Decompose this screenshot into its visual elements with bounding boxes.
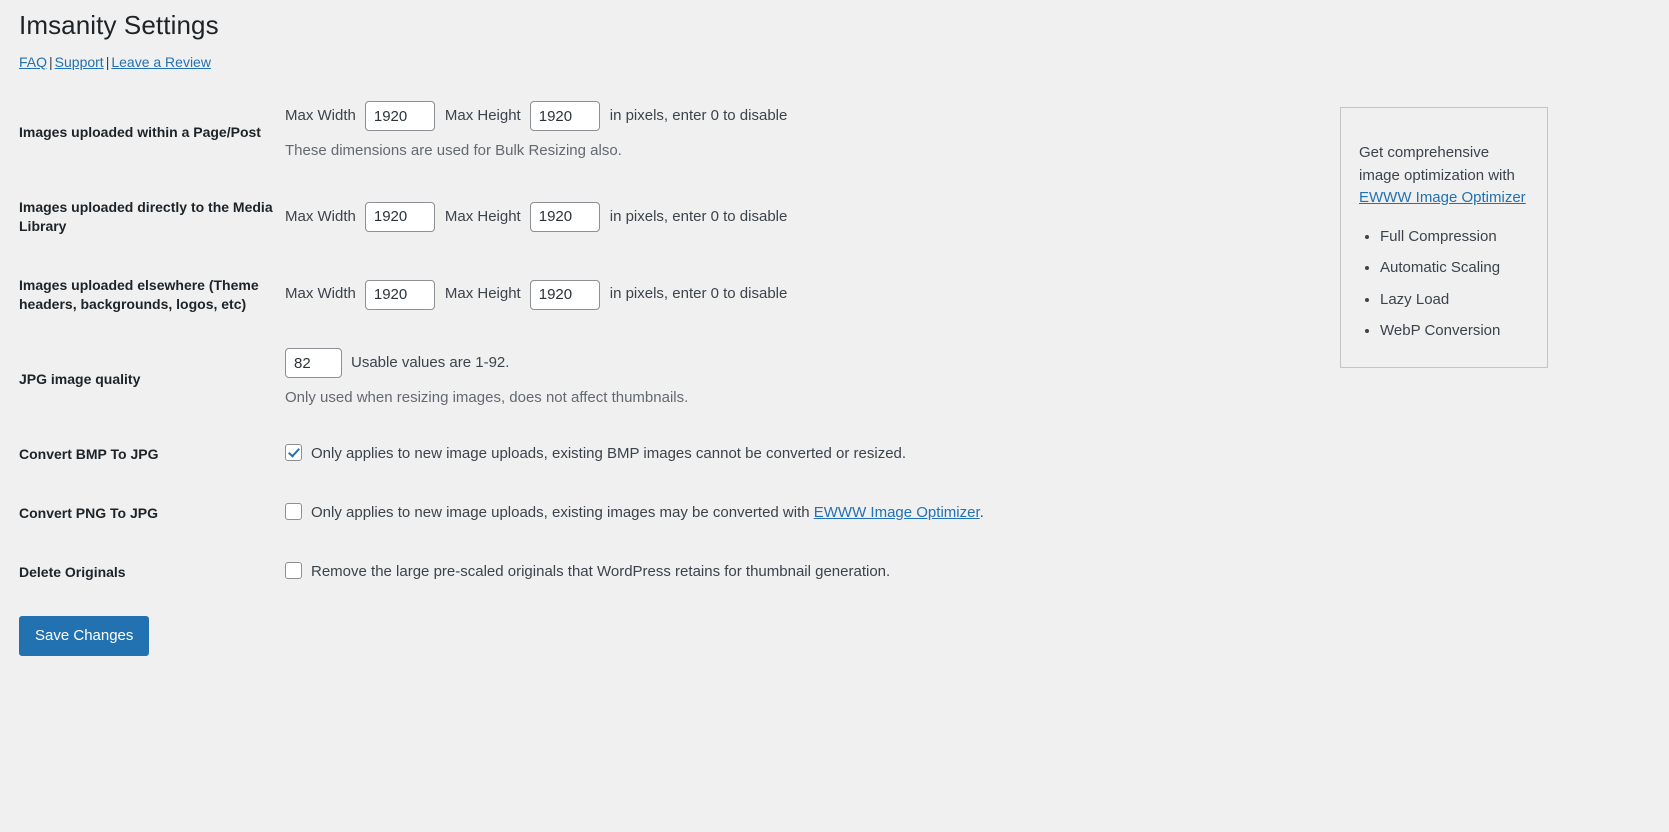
convert-bmp-text: Only applies to new image uploads, exist… (311, 445, 906, 462)
max-width-label: Max Width (285, 283, 365, 306)
list-item: WebP Conversion (1380, 320, 1529, 343)
row-field-elsewhere: Max Width Max Height in pixels, enter 0 … (285, 256, 1309, 334)
settings-form-table: Images uploaded within a Page/Post Max W… (19, 86, 1309, 601)
dimension-inputs-media-library: Max Width Max Height in pixels, enter 0 … (285, 202, 1299, 232)
convert-png-description: Only applies to new image uploads, exist… (311, 502, 984, 525)
page-title: Imsanity Settings (19, 0, 1649, 43)
convert-bmp-option[interactable]: Only applies to new image uploads, exist… (285, 443, 1299, 466)
support-link[interactable]: Support (55, 54, 104, 70)
row-description-page-post: These dimensions are used for Bulk Resiz… (285, 140, 1299, 163)
help-links: FAQ|Support|Leave a Review (19, 43, 1649, 73)
jpg-quality-description: Only used when resizing images, does not… (285, 387, 1299, 410)
settings-page: Imsanity Settings FAQ|Support|Leave a Re… (0, 0, 1669, 832)
max-width-input-elsewhere[interactable] (365, 280, 435, 310)
row-label-jpg-quality: JPG image quality (19, 333, 285, 425)
convert-bmp-description: Only applies to new image uploads, exist… (311, 443, 906, 466)
max-width-label: Max Width (285, 206, 365, 229)
dimension-inputs-elsewhere: Max Width Max Height in pixels, enter 0 … (285, 280, 1299, 310)
row-field-convert-png: Only applies to new image uploads, exist… (285, 484, 1309, 543)
convert-png-checkbox[interactable] (285, 503, 302, 520)
row-field-media-library: Max Width Max Height in pixels, enter 0 … (285, 178, 1309, 256)
jpg-quality-group: Usable values are 1-92. (285, 348, 1299, 378)
list-item: Automatic Scaling (1380, 257, 1529, 280)
row-field-convert-bmp: Only applies to new image uploads, exist… (285, 425, 1309, 484)
max-height-input-elsewhere[interactable] (530, 280, 600, 310)
max-width-input-media-library[interactable] (365, 202, 435, 232)
delete-originals-text: Remove the large pre-scaled originals th… (311, 563, 890, 580)
ewww-image-optimizer-inline-link[interactable]: EWWW Image Optimizer (814, 504, 980, 521)
convert-png-option[interactable]: Only applies to new image uploads, exist… (285, 502, 1299, 525)
row-label-delete-originals: Delete Originals (19, 543, 285, 602)
delete-originals-description: Remove the large pre-scaled originals th… (311, 561, 890, 584)
row-label-convert-bmp: Convert BMP To JPG (19, 425, 285, 484)
row-label-elsewhere: Images uploaded elsewhere (Theme headers… (19, 256, 285, 334)
leave-a-review-link[interactable]: Leave a Review (111, 54, 211, 70)
row-field-delete-originals: Remove the large pre-scaled originals th… (285, 543, 1309, 602)
promo-intro: Get comprehensive image optimization wit… (1359, 142, 1529, 210)
convert-png-text: Only applies to new image uploads, exist… (311, 504, 814, 521)
max-height-input-page-post[interactable] (530, 101, 600, 131)
ewww-promo-box: Get comprehensive image optimization wit… (1340, 107, 1548, 368)
list-item: Full Compression (1380, 226, 1529, 249)
table-row-jpg-quality: JPG image quality Usable values are 1-92… (19, 333, 1309, 425)
row-field-jpg-quality: Usable values are 1-92. Only used when r… (285, 333, 1309, 425)
max-height-label: Max Height (435, 105, 530, 128)
units-hint-media-library: in pixels, enter 0 to disable (600, 206, 788, 229)
row-label-convert-png: Convert PNG To JPG (19, 484, 285, 543)
ewww-image-optimizer-promo-link[interactable]: EWWW Image Optimizer (1359, 189, 1526, 206)
jpg-quality-input[interactable] (285, 348, 342, 378)
submit-area: Save Changes (19, 602, 1649, 656)
convert-png-text-after: . (980, 504, 984, 521)
table-row-convert-png: Convert PNG To JPG Only applies to new i… (19, 484, 1309, 543)
jpg-quality-hint: Usable values are 1-92. (342, 352, 509, 375)
list-item: Lazy Load (1380, 289, 1529, 312)
max-height-label: Max Height (435, 206, 530, 229)
dimension-inputs-page-post: Max Width Max Height in pixels, enter 0 … (285, 101, 1299, 131)
row-label-media-library: Images uploaded directly to the Media Li… (19, 178, 285, 256)
table-row-delete-originals: Delete Originals Remove the large pre-sc… (19, 543, 1309, 602)
convert-bmp-checkbox[interactable] (285, 444, 302, 461)
max-height-label: Max Height (435, 283, 530, 306)
promo-feature-list: Full Compression Automatic Scaling Lazy … (1359, 226, 1529, 343)
table-row-page-post-dimensions: Images uploaded within a Page/Post Max W… (19, 86, 1309, 178)
max-width-input-page-post[interactable] (365, 101, 435, 131)
delete-originals-option[interactable]: Remove the large pre-scaled originals th… (285, 561, 1299, 584)
units-hint-page-post: in pixels, enter 0 to disable (600, 105, 788, 128)
max-width-label: Max Width (285, 105, 365, 128)
row-field-page-post: Max Width Max Height in pixels, enter 0 … (285, 86, 1309, 178)
max-height-input-media-library[interactable] (530, 202, 600, 232)
delete-originals-checkbox[interactable] (285, 562, 302, 579)
units-hint-elsewhere: in pixels, enter 0 to disable (600, 283, 788, 306)
promo-intro-text: Get comprehensive image optimization wit… (1359, 144, 1515, 184)
table-row-elsewhere-dimensions: Images uploaded elsewhere (Theme headers… (19, 256, 1309, 334)
table-row-media-library-dimensions: Images uploaded directly to the Media Li… (19, 178, 1309, 256)
link-separator-1: | (47, 54, 55, 70)
row-label-page-post: Images uploaded within a Page/Post (19, 86, 285, 178)
faq-link[interactable]: FAQ (19, 54, 47, 70)
save-changes-button[interactable]: Save Changes (19, 616, 149, 656)
table-row-convert-bmp: Convert BMP To JPG Only applies to new i… (19, 425, 1309, 484)
